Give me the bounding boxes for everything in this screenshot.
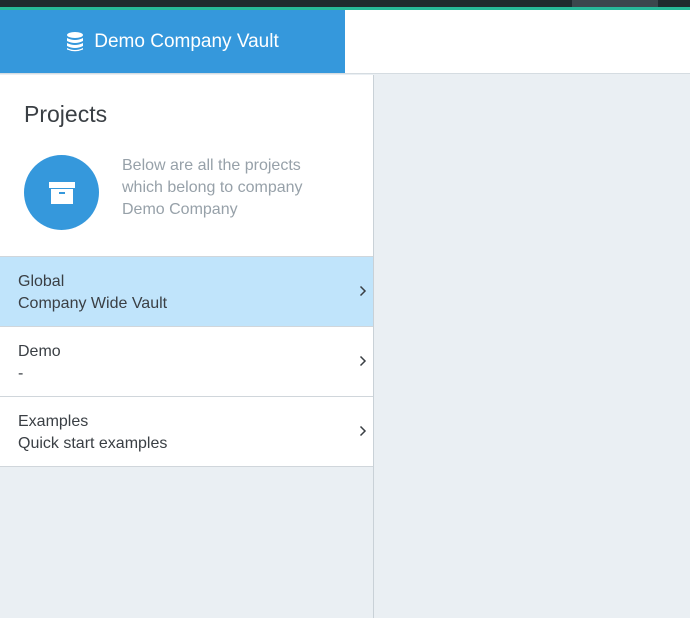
project-list: Global Company Wide Vault Demo - Example… [0, 256, 373, 467]
project-subtitle: - [18, 365, 24, 382]
vault-title: Demo Company Vault [94, 30, 279, 52]
projects-panel: Projects Below are all the projects whic… [0, 75, 374, 618]
project-subtitle: Quick start examples [18, 435, 168, 452]
project-name: Demo [18, 343, 61, 360]
top-tab-marker [572, 0, 658, 7]
database-icon [66, 31, 84, 53]
archive-icon [24, 155, 99, 230]
chevron-right-icon [359, 425, 367, 437]
app-header: Demo Company Vault [0, 10, 690, 74]
vault-title-button[interactable]: Demo Company Vault [0, 10, 345, 73]
chevron-right-icon [359, 285, 367, 297]
project-name: Examples [18, 413, 89, 430]
projects-description: Below are all the projects which belong … [122, 157, 303, 218]
project-name: Global [18, 273, 65, 290]
projects-panel-header: Projects Below are all the projects whic… [0, 75, 373, 256]
top-strip [0, 0, 690, 10]
project-subtitle: Company Wide Vault [18, 295, 168, 312]
chevron-right-icon [359, 355, 367, 367]
project-item-demo[interactable]: Demo - [0, 327, 373, 397]
projects-title: Projects [24, 101, 108, 127]
project-item-global[interactable]: Global Company Wide Vault [0, 257, 373, 327]
project-item-examples[interactable]: Examples Quick start examples [0, 397, 373, 467]
